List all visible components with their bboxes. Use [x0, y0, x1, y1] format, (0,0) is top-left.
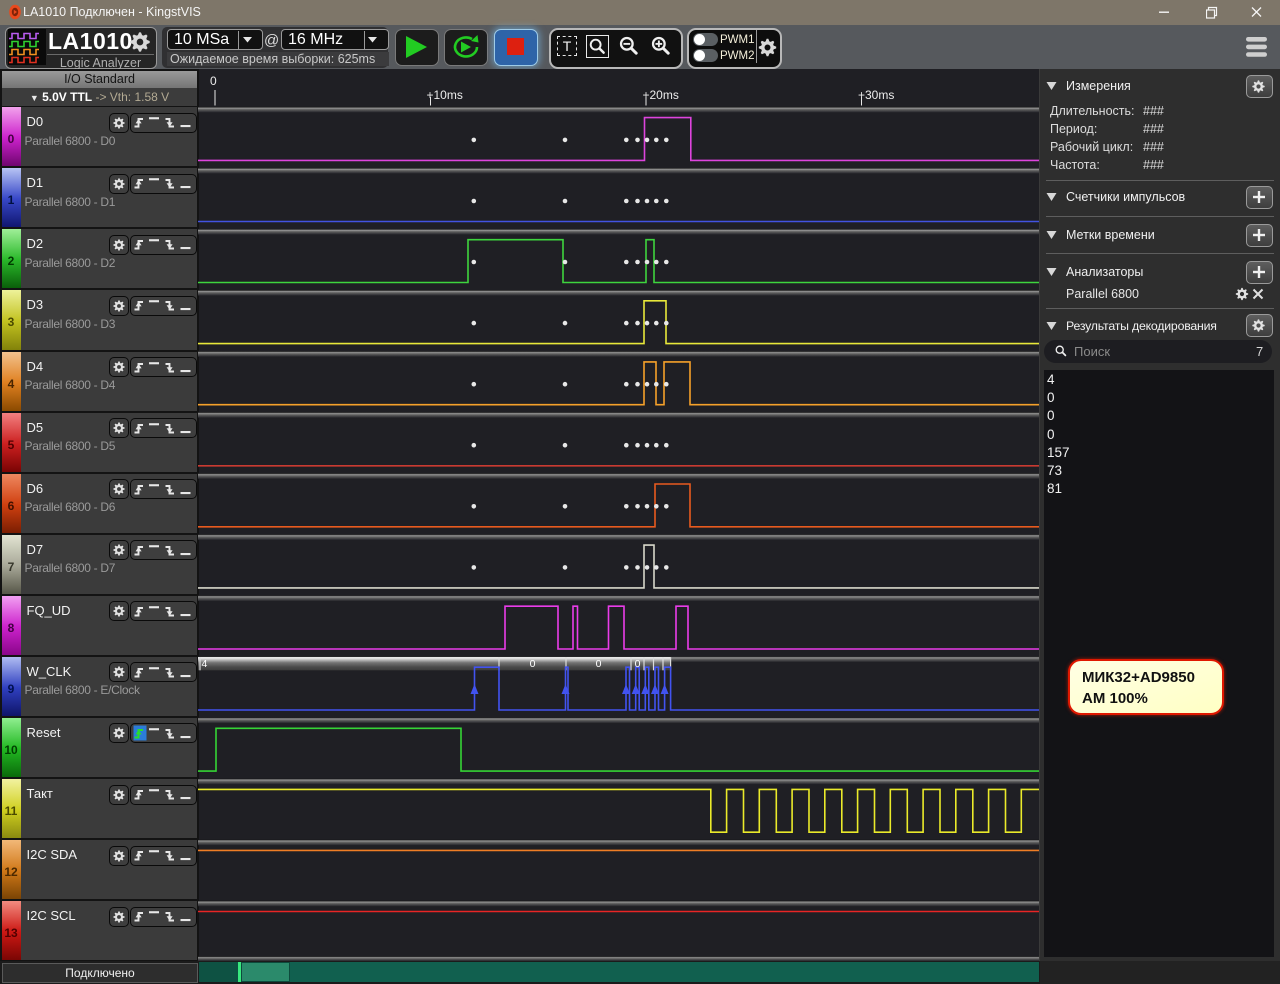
svg-text:0: 0	[596, 658, 602, 670]
svg-text:0: 0	[635, 658, 641, 670]
svg-text:0: 0	[530, 658, 536, 670]
svg-text:4: 4	[202, 658, 208, 670]
